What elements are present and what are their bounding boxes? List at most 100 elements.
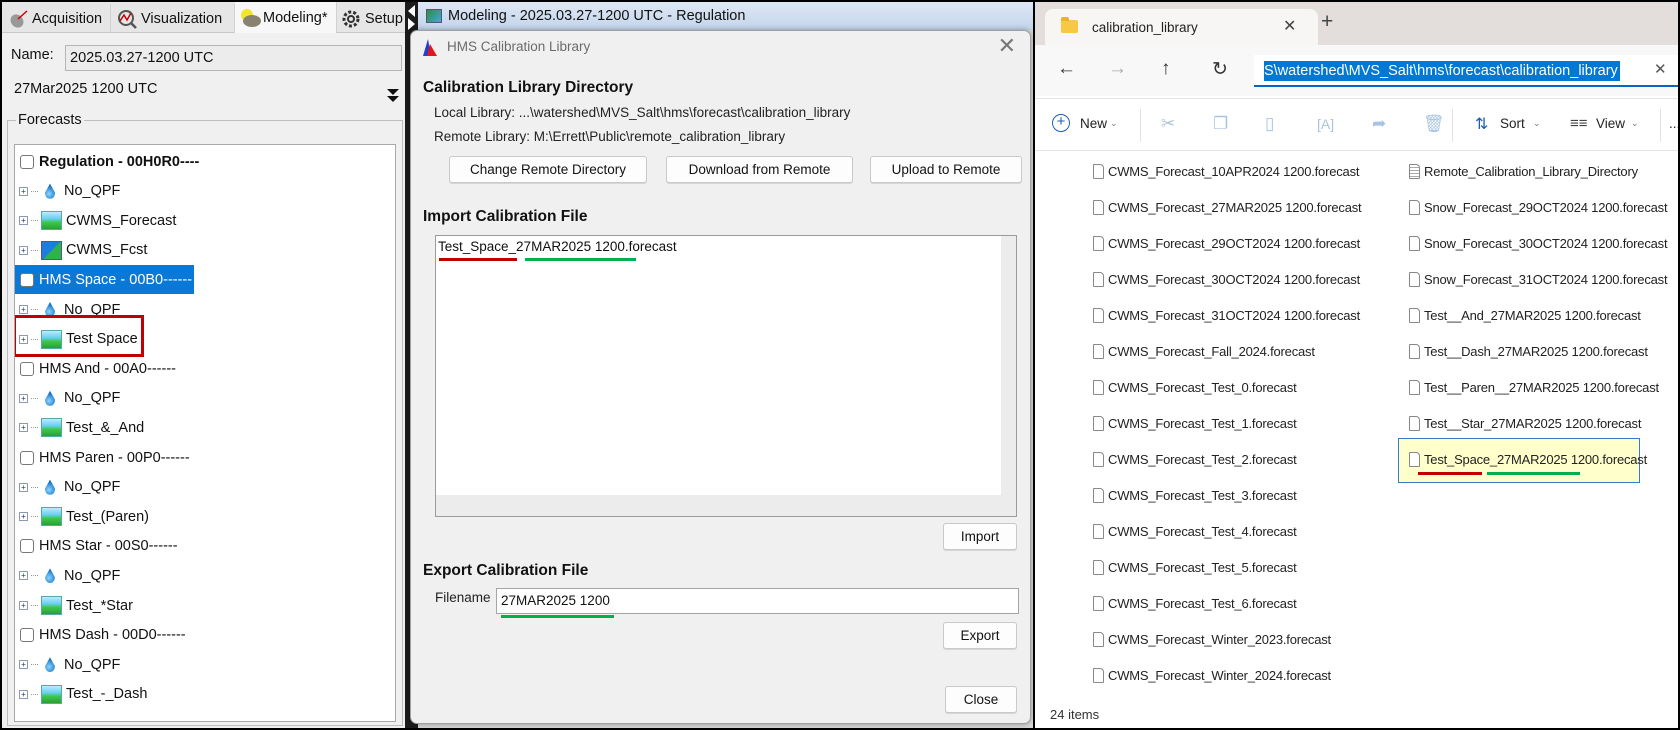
- close-icon[interactable]: ✕: [998, 33, 1016, 59]
- expand-plus-icon[interactable]: +: [19, 601, 28, 610]
- tree-group-row[interactable]: HMS Paren - 00P0------: [15, 443, 192, 472]
- file-item[interactable]: CWMS_Forecast_29OCT2024 1200.forecast: [1093, 229, 1360, 257]
- tree-group-row[interactable]: HMS And - 00A0------: [15, 354, 178, 383]
- forecast-tree[interactable]: Regulation - 00H0R0---- + No_QPF + CWMS_Fore…: [14, 144, 396, 722]
- file-item[interactable]: Snow_Forecast_30OCT2024 1200.forecast: [1409, 229, 1668, 257]
- view-icon[interactable]: ≡≡: [1570, 115, 1588, 132]
- expand-plus-icon[interactable]: +: [19, 689, 28, 699]
- file-item[interactable]: CWMS_Forecast_Test_5.forecast: [1093, 553, 1297, 581]
- forward-arrow-icon[interactable]: →: [1108, 58, 1127, 80]
- download-from-remote-button[interactable]: Download from Remote: [666, 156, 853, 183]
- sort-icon[interactable]: ⇅: [1475, 114, 1488, 134]
- tree-group-row[interactable]: HMS Dash - 00D0------: [15, 621, 188, 650]
- file-item[interactable]: CWMS_Forecast_27MAR2025 1200.forecast: [1093, 193, 1362, 221]
- expand-plus-icon[interactable]: +: [19, 423, 28, 433]
- file-item[interactable]: CWMS_Forecast_Winter_2023.forecast: [1093, 625, 1331, 653]
- import-file-list[interactable]: Test_Space_27MAR2025 1200.forecast: [435, 235, 1017, 517]
- copy-icon[interactable]: ❐: [1213, 114, 1228, 134]
- file-item[interactable]: CWMS_Forecast_Test_1.forecast: [1093, 409, 1297, 437]
- tree-item-row[interactable]: + CWMS_Forecast: [15, 206, 176, 235]
- checkbox[interactable]: [20, 450, 34, 465]
- clear-address-icon[interactable]: ✕: [1654, 60, 1667, 78]
- tree-item-row[interactable]: + No_QPF: [15, 650, 120, 679]
- more-options-button[interactable]: ...: [1669, 116, 1678, 131]
- expand-plus-icon[interactable]: +: [19, 216, 28, 226]
- file-item[interactable]: CWMS_Forecast_Test_3.forecast: [1093, 481, 1297, 509]
- expand-right-arrow-icon[interactable]: [408, 18, 415, 30]
- file-item[interactable]: CWMS_Forecast_Test_4.forecast: [1093, 517, 1297, 545]
- delete-icon[interactable]: 🗑: [1423, 114, 1445, 134]
- sort-button[interactable]: Sort: [1500, 116, 1525, 131]
- tree-item-row[interactable]: + Test_*Star: [15, 591, 133, 620]
- checkbox[interactable]: [20, 539, 34, 554]
- up-arrow-icon[interactable]: ↑: [1161, 58, 1171, 80]
- file-item[interactable]: CWMS_Forecast_Test_2.forecast: [1093, 445, 1297, 473]
- file-item[interactable]: CWMS_Forecast_Test_0.forecast: [1093, 373, 1297, 401]
- close-button[interactable]: Close: [945, 686, 1017, 713]
- file-item[interactable]: CWMS_Forecast_Test_6.forecast: [1093, 589, 1297, 617]
- tree-item-row[interactable]: + Test_&_And: [15, 413, 144, 442]
- expand-plus-icon[interactable]: +: [19, 186, 28, 196]
- checkbox[interactable]: [20, 272, 34, 287]
- file-item[interactable]: Snow_Forecast_31OCT2024 1200.forecast: [1409, 265, 1668, 293]
- file-item[interactable]: Test__Star_27MAR2025 1200.forecast: [1409, 409, 1641, 437]
- rename-icon[interactable]: [A]: [1317, 116, 1334, 132]
- expand-plus-icon[interactable]: +: [19, 305, 28, 314]
- new-tab-button[interactable]: +: [1321, 10, 1333, 34]
- export-button[interactable]: Export: [943, 622, 1017, 649]
- file-item-selected[interactable]: Test_Space_27MAR2025 1200.forecast: [1409, 445, 1647, 473]
- tab-visualization[interactable]: Visualization: [113, 4, 235, 33]
- tab-setup[interactable]: Setup: [337, 4, 405, 33]
- tab-acquisition[interactable]: Acquisition: [4, 4, 111, 33]
- address-text[interactable]: S\watershed\MVS_Salt\hms\forecast\calibr…: [1264, 61, 1620, 81]
- expand-plus-icon[interactable]: +: [19, 512, 28, 522]
- tree-item-row[interactable]: + No_QPF: [15, 473, 120, 502]
- tree-group-row[interactable]: HMS Star - 00S0------: [15, 532, 180, 561]
- close-tab-icon[interactable]: ✕: [1283, 16, 1296, 36]
- import-file-item[interactable]: Test_Space_27MAR2025 1200.forecast: [438, 239, 677, 254]
- expand-plus-icon[interactable]: +: [19, 482, 28, 492]
- file-item[interactable]: Test__And_27MAR2025 1200.forecast: [1409, 301, 1641, 329]
- file-item[interactable]: Snow_Forecast_29OCT2024 1200.forecast: [1409, 193, 1668, 221]
- tree-item-row[interactable]: + No_QPF: [15, 384, 120, 413]
- file-item[interactable]: CWMS_Forecast_30OCT2024 1200.forecast: [1093, 265, 1360, 293]
- file-item[interactable]: CWMS_Forecast_10APR2024 1200.forecast: [1093, 157, 1359, 185]
- file-item[interactable]: Remote_Calibration_Library_Directory: [1409, 157, 1638, 185]
- checkbox[interactable]: [20, 154, 34, 169]
- new-plus-icon[interactable]: +: [1052, 114, 1070, 132]
- checkbox[interactable]: [20, 361, 34, 376]
- tree-group-row[interactable]: HMS Space - 00B0------: [15, 265, 195, 295]
- view-button[interactable]: View: [1596, 116, 1625, 131]
- refresh-icon[interactable]: ↻: [1212, 58, 1228, 81]
- tree-item-row[interactable]: + CWMS_Fcst: [15, 236, 147, 265]
- address-bar[interactable]: S\watershed\MVS_Salt\hms\forecast\calibr…: [1254, 55, 1678, 87]
- cut-icon[interactable]: ✂: [1161, 114, 1175, 134]
- chevron-down-icon[interactable]: ⌄: [1533, 118, 1541, 129]
- import-button[interactable]: Import: [943, 523, 1017, 550]
- tree-item-row[interactable]: + Test_(Paren): [15, 502, 149, 531]
- name-field[interactable]: 2025.03.27-1200 UTC: [65, 45, 402, 71]
- back-arrow-icon[interactable]: ←: [1057, 58, 1076, 80]
- checkbox[interactable]: [20, 628, 34, 643]
- file-item[interactable]: Test__Paren__27MAR2025 1200.forecast: [1409, 373, 1659, 401]
- expand-plus-icon[interactable]: +: [19, 571, 28, 581]
- expand-plus-icon[interactable]: +: [19, 245, 28, 255]
- chevron-down-icon[interactable]: ⌄: [1110, 118, 1118, 129]
- share-icon[interactable]: ➦: [1372, 114, 1386, 134]
- paste-icon[interactable]: ▯: [1265, 114, 1274, 134]
- collapse-left-arrow-icon[interactable]: [408, 5, 415, 17]
- tab-modeling[interactable]: Modeling*: [235, 2, 337, 33]
- file-item[interactable]: CWMS_Forecast_Fall_2024.forecast: [1093, 337, 1315, 365]
- upload-to-remote-button[interactable]: Upload to Remote: [870, 156, 1022, 183]
- expand-plus-icon[interactable]: +: [19, 393, 28, 403]
- file-item[interactable]: CWMS_Forecast_31OCT2024 1200.forecast: [1093, 301, 1360, 329]
- expand-double-chevron-icon[interactable]: [386, 88, 400, 109]
- tree-item-row[interactable]: + No_QPF: [15, 561, 120, 590]
- new-button[interactable]: New: [1080, 116, 1107, 131]
- file-item[interactable]: CWMS_Forecast_Winter_2024.forecast: [1093, 661, 1331, 689]
- explorer-tab[interactable]: calibration_library ✕: [1045, 9, 1318, 46]
- chevron-down-icon[interactable]: ⌄: [1631, 118, 1639, 129]
- tree-item-row[interactable]: + No_QPF: [15, 177, 120, 206]
- tree-item-row[interactable]: + Test_-_Dash: [15, 680, 147, 709]
- file-item[interactable]: Test__Dash_27MAR2025 1200.forecast: [1409, 337, 1648, 365]
